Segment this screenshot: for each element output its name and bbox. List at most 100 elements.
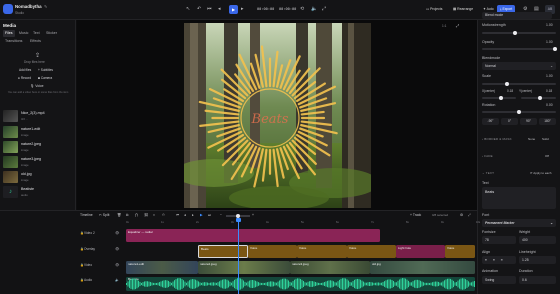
clip-video2[interactable]: Equalizer — radial [126, 229, 380, 242]
camera-button[interactable]: ◙ Camera [38, 76, 52, 80]
delete-icon[interactable]: 🗑 [117, 213, 121, 217]
clip-video[interactable]: nature3.jpeg [290, 261, 370, 274]
align-right-icon[interactable]: ≡ [501, 258, 503, 262]
clip-overlay[interactable]: Voice [297, 245, 347, 258]
track-lock-icon[interactable]: 🔒 [80, 263, 84, 267]
list-item[interactable]: nature2.jpeg image [3, 141, 73, 155]
text-section-header[interactable]: ⌄ TEXT [482, 171, 494, 175]
list-item[interactable]: old.jpg image [3, 171, 73, 185]
timeline-expand-icon[interactable]: ⤢ [468, 213, 471, 217]
motion-slider-knob[interactable] [513, 30, 517, 35]
fade-value[interactable]: Off [545, 154, 549, 158]
tab-transitions[interactable]: Transitions [3, 38, 24, 45]
tab-text[interactable]: Text [31, 30, 42, 37]
split-button[interactable]: ✂ Split [99, 213, 109, 217]
projects-button[interactable]: ▭ Projects [423, 5, 445, 14]
tab-music[interactable]: Music [17, 30, 30, 37]
clip-overlay[interactable]: Beats [198, 245, 248, 258]
preview-canvas[interactable]: Beats [184, 23, 371, 208]
list-item[interactable]: nature1-edit image [3, 126, 73, 140]
step-back-icon[interactable]: ◂ [218, 6, 221, 12]
project-title[interactable]: Nomadbytha [15, 4, 42, 9]
track-visibility-icon[interactable]: 👁 [115, 263, 119, 267]
zoom-level[interactable]: 1:1 [442, 24, 446, 28]
track-lock-icon[interactable]: 🔒 [80, 247, 84, 251]
clip-video[interactable]: nature2.jpeg [198, 261, 290, 274]
cursor-icon[interactable]: ↖ [186, 6, 190, 12]
upload-icon[interactable]: ⇪ [35, 52, 40, 59]
step-forward-icon[interactable]: ▸ [241, 6, 244, 12]
link-icon[interactable]: ⛓ [144, 213, 148, 217]
align-center-icon[interactable]: ≡ [493, 258, 495, 262]
border-solid-option[interactable]: Solid [542, 137, 549, 141]
playhead-handle[interactable] [236, 218, 241, 222]
lineheight-input[interactable]: 1.25 [519, 256, 556, 264]
blend-select[interactable]: Blend mode [482, 12, 552, 19]
scale-slider[interactable] [482, 83, 556, 85]
fullscreen-preview-icon[interactable]: ⤢ [456, 23, 459, 28]
rotation-slider-knob[interactable] [517, 109, 521, 114]
x-slider-knob[interactable] [499, 95, 503, 100]
app-logo[interactable] [3, 4, 13, 14]
rearrange-button[interactable]: ▦ Rearrange [450, 5, 476, 14]
voice-button[interactable]: 🎙 Voice [30, 84, 44, 88]
rotate-180-button[interactable]: 180° [539, 118, 556, 125]
zoom-out-icon[interactable]: − [220, 213, 222, 217]
speed-icon[interactable]: ⏱ [162, 213, 165, 217]
tab-effects[interactable]: Effects [28, 38, 43, 45]
record-button[interactable]: ● Record [18, 76, 31, 80]
copy-icon[interactable]: ⧉ [126, 213, 128, 217]
magnet-icon[interactable]: ⋂ [135, 213, 138, 217]
apply-each-toggle[interactable]: ⟳ Apply to each [530, 171, 551, 175]
crop-icon[interactable]: ⌗ [153, 213, 155, 217]
list-item[interactable]: Nice_2(3).mp4 3/2 ... [3, 110, 73, 124]
blendmode-select[interactable]: Normal ⌄ [482, 62, 556, 70]
tl-skip-back-icon[interactable]: ⏮ [176, 213, 179, 217]
border-section-header[interactable]: › BORDER & MASK [482, 137, 512, 141]
track-visibility-icon[interactable]: 👁 [115, 231, 119, 235]
clip-audio[interactable]: Beatiste [126, 277, 475, 291]
add-files-button[interactable]: Add files [19, 68, 31, 72]
tl-skip-forward-icon[interactable]: ⏭ [208, 213, 211, 217]
add-track-button[interactable]: + Track [410, 213, 421, 217]
duration-input[interactable]: 0.6 [519, 276, 556, 284]
clip-overlay[interactable]: Voice [347, 245, 396, 258]
list-item[interactable]: nature3.jpeg image [3, 156, 73, 170]
font-select[interactable]: Permanent Marker ⌄ [482, 219, 556, 227]
loop-icon[interactable]: ⟲ [300, 6, 304, 12]
animation-select[interactable]: Swing [482, 276, 516, 284]
fullscreen-icon[interactable]: ⤢ [322, 6, 326, 12]
track-visibility-icon[interactable]: 👁 [115, 247, 119, 251]
opacity-slider-knob[interactable] [553, 46, 557, 51]
border-none-option[interactable]: None [528, 137, 535, 141]
y-slider-knob[interactable] [538, 95, 542, 100]
text-input[interactable]: Beats [482, 187, 556, 209]
zoom-slider-knob[interactable] [236, 213, 240, 218]
rotate-90-button[interactable]: 90° [520, 118, 537, 125]
clip-overlay[interactable]: Light hole [396, 245, 445, 258]
subtitles-button[interactable]: + Subtitles [38, 68, 53, 72]
clip-video[interactable]: old.jpg [370, 261, 475, 274]
align-left-icon[interactable]: ≡ [485, 258, 487, 262]
zoom-in-icon[interactable]: + [252, 213, 254, 217]
edit-pencil-icon[interactable]: ✎ [44, 4, 47, 9]
opacity-slider[interactable] [482, 48, 556, 50]
motion-slider[interactable] [482, 32, 556, 34]
align-buttons[interactable]: ≡ ≡ ≡ [482, 256, 516, 264]
skip-back-icon[interactable]: ⏮ [207, 6, 212, 12]
fade-section-header[interactable]: › FADE [482, 154, 493, 158]
scale-slider-knob[interactable] [505, 81, 509, 86]
undo-icon[interactable]: ↶ [197, 6, 201, 12]
track-lock-icon[interactable]: 🔒 [80, 231, 84, 235]
timeline-settings-icon[interactable]: ⚙ [460, 213, 463, 217]
clip-overlay[interactable]: Voice [248, 245, 297, 258]
rotate-neg90-button[interactable]: -90° [482, 118, 499, 125]
playhead[interactable] [238, 218, 239, 294]
tab-sticker[interactable]: Sticker [44, 30, 59, 37]
clip-overlay[interactable]: Voice [445, 245, 475, 258]
tl-step-forward-icon[interactable]: ▸ [192, 213, 194, 217]
track-lock-icon[interactable]: 🔒 [80, 278, 84, 282]
volume-icon[interactable]: 🔈 [311, 6, 317, 12]
tl-play-icon[interactable]: ▶ [200, 213, 203, 217]
rotate-0-button[interactable]: 0° [501, 118, 518, 125]
